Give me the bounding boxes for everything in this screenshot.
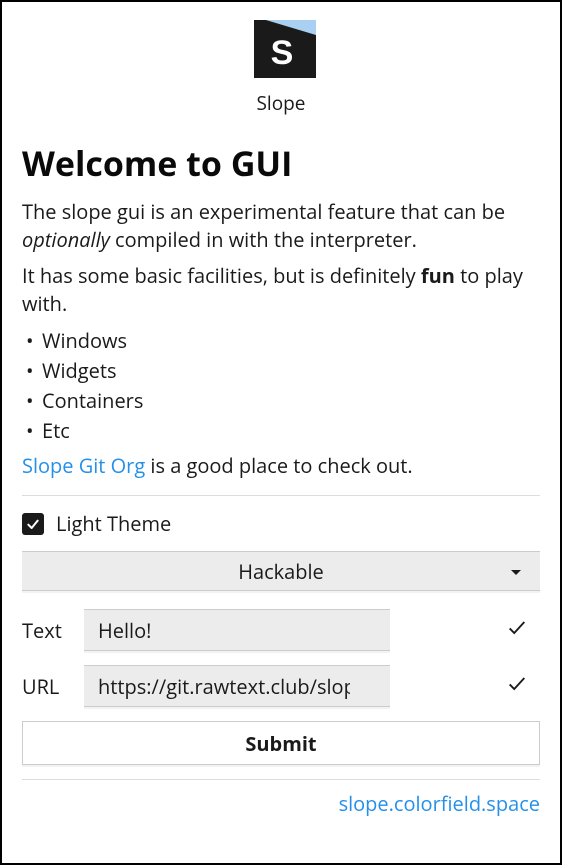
divider	[22, 779, 540, 780]
git-org-link[interactable]: Slope Git Org	[22, 452, 145, 479]
description-1: The slope gui is an experimental feature…	[22, 198, 540, 254]
slope-logo-icon: S	[246, 20, 316, 78]
divider	[22, 495, 540, 496]
feature-list: Windows Widgets Containers Etc	[22, 326, 540, 446]
text-field-label: Text	[22, 617, 70, 644]
svg-text:S: S	[271, 34, 294, 72]
footer: slope.colorfield.space	[22, 790, 540, 817]
description-2: It has some basic facilities, but is def…	[22, 262, 540, 318]
select-value: Hackable	[238, 558, 324, 585]
list-item: Windows	[22, 326, 540, 356]
text-input[interactable]	[84, 609, 390, 651]
theme-checkbox[interactable]	[22, 513, 44, 535]
app-header: S Slope	[22, 20, 540, 116]
check-icon	[506, 673, 528, 700]
check-icon	[506, 617, 528, 644]
footer-link[interactable]: slope.colorfield.space	[339, 790, 540, 817]
submit-button[interactable]: Submit	[22, 721, 540, 765]
url-field-label: URL	[22, 673, 70, 700]
list-item: Widgets	[22, 356, 540, 386]
url-field-row: URL	[22, 665, 540, 707]
url-input[interactable]	[84, 665, 390, 707]
chevron-down-icon	[510, 560, 522, 582]
git-org-line: Slope Git Org is a good place to check o…	[22, 452, 540, 479]
theme-checkbox-label: Light Theme	[56, 510, 171, 537]
text-field-row: Text	[22, 609, 540, 651]
list-item: Containers	[22, 386, 540, 416]
checkmark-icon	[25, 516, 41, 532]
list-item: Etc	[22, 416, 540, 446]
select-dropdown[interactable]: Hackable	[22, 551, 540, 591]
app-name: Slope	[257, 90, 306, 116]
theme-checkbox-row: Light Theme	[22, 510, 540, 537]
page-title: Welcome to GUI	[22, 140, 540, 186]
